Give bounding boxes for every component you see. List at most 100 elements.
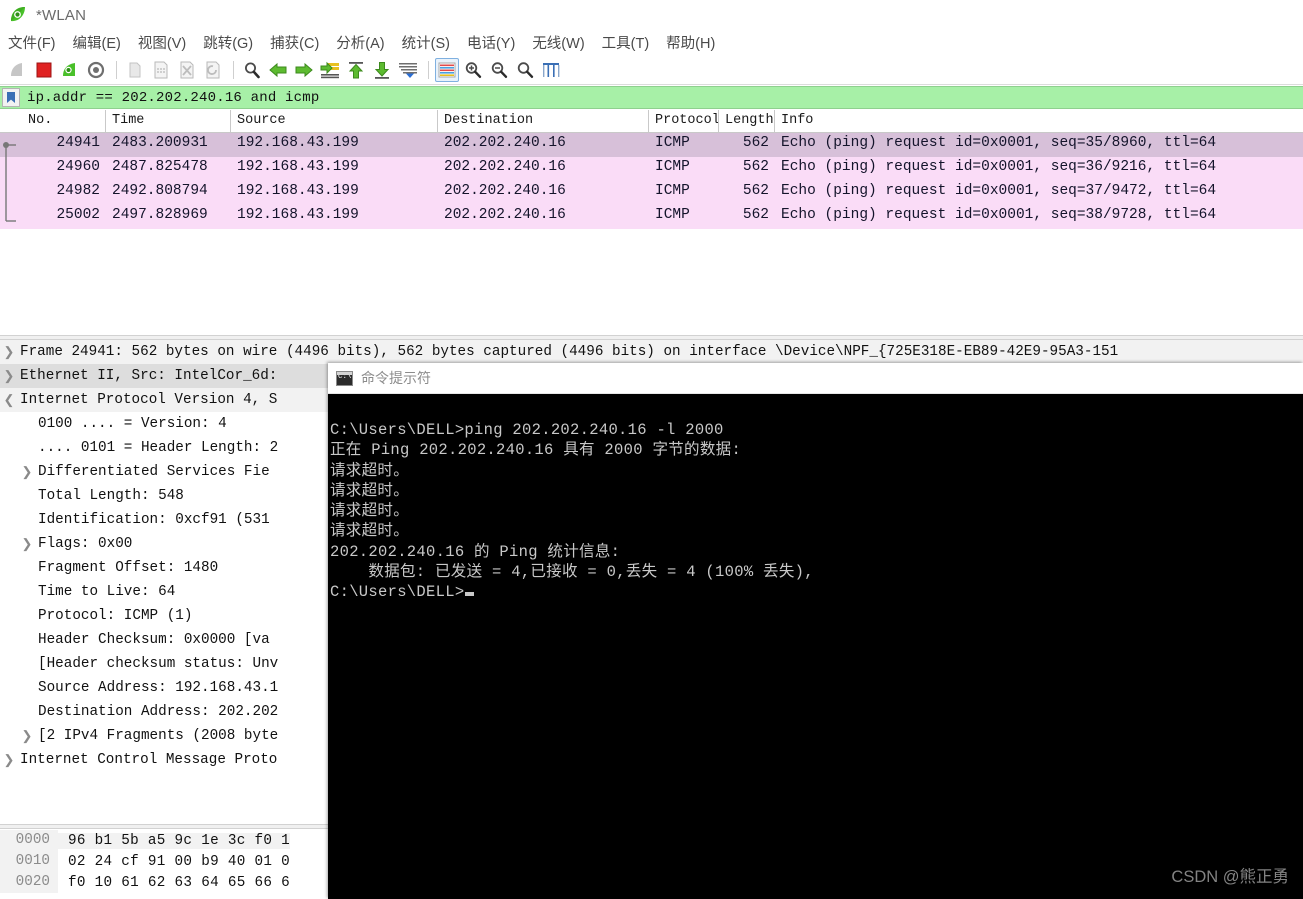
menu-edit[interactable]: 编辑(E): [73, 30, 130, 55]
cell-time: 2492.808794: [112, 183, 208, 199]
menu-analyze[interactable]: 分析(A): [336, 30, 393, 55]
column-header-source[interactable]: Source: [231, 110, 438, 132]
hex-bytes: 02 24 cf 91 00 b9 40 01 0: [68, 853, 290, 870]
cell-length: 562: [742, 183, 769, 199]
chevron-right-icon[interactable]: ❯: [0, 752, 18, 768]
row-gutter: [0, 181, 22, 205]
auto-scroll-icon[interactable]: [396, 58, 420, 82]
go-forward-icon[interactable]: [292, 58, 316, 82]
cell-source: 192.168.43.199: [237, 135, 359, 151]
wireshark-window: *WLAN 文件(F) 编辑(E) 视图(V) 跳转(G) 捕获(C) 分析(A…: [0, 0, 1303, 899]
table-row[interactable]: 24982 2492.808794 192.168.43.199 202.202…: [0, 181, 1303, 205]
go-back-icon[interactable]: [266, 58, 290, 82]
cell-source: 192.168.43.199: [237, 183, 359, 199]
detail-row-label: Internet Protocol Version 4, S: [20, 392, 278, 408]
column-header-protocol[interactable]: Protocol: [649, 110, 719, 132]
menu-telephony[interactable]: 电话(Y): [467, 30, 524, 55]
table-row[interactable]: 24941 2483.200931 192.168.43.199 202.202…: [0, 133, 1303, 157]
colorize-packets-icon[interactable]: [435, 57, 459, 82]
open-file-icon[interactable]: [123, 58, 147, 82]
menu-view[interactable]: 视图(V): [138, 30, 195, 55]
column-header-time[interactable]: Time: [106, 110, 231, 132]
column-header-destination[interactable]: Destination: [438, 110, 649, 132]
cmd-line: C:\Users\DELL>ping 202.202.240.16 -l 200…: [330, 421, 724, 439]
cell-info: Echo (ping) request id=0x0001, seq=37/94…: [781, 183, 1217, 199]
zoom-out-icon[interactable]: [487, 58, 511, 82]
go-to-last-icon[interactable]: [370, 58, 394, 82]
chevron-right-icon[interactable]: ❯: [18, 536, 36, 552]
cell-time: 2497.828969: [112, 207, 208, 223]
detail-row-label: .... 0101 = Header Length: 2: [38, 440, 279, 456]
go-to-first-icon[interactable]: [344, 58, 368, 82]
menu-capture[interactable]: 捕获(C): [270, 30, 328, 55]
cmd-line: 请求超时。: [330, 481, 410, 500]
menu-file[interactable]: 文件(F): [8, 30, 65, 55]
start-capture-icon[interactable]: [6, 58, 30, 82]
cell-info: Echo (ping) request id=0x0001, seq=35/89…: [781, 135, 1217, 151]
menubar[interactable]: 文件(F) 编辑(E) 视图(V) 跳转(G) 捕获(C) 分析(A) 统计(S…: [0, 30, 1303, 55]
bookmark-icon[interactable]: [2, 88, 20, 107]
restart-capture-icon[interactable]: [58, 58, 82, 82]
hex-bytes: f0 10 61 62 63 64 65 66 6: [68, 874, 290, 891]
go-to-packet-icon[interactable]: [318, 58, 342, 82]
cell-source: 192.168.43.199: [237, 159, 359, 175]
column-header-length[interactable]: Length: [719, 110, 775, 132]
chevron-right-icon[interactable]: ❯: [0, 368, 18, 384]
menu-help[interactable]: 帮助(H): [666, 30, 724, 55]
cell-protocol: ICMP: [655, 183, 690, 199]
cmd-line: 请求超时。: [330, 502, 410, 521]
cmd-prompt-text: C:\Users\DELL>: [330, 583, 465, 602]
cell-info: Echo (ping) request id=0x0001, seq=38/97…: [781, 207, 1217, 223]
command-prompt-window[interactable]: 命令提示符 C:\Users\DELL>ping 202.202.240.16 …: [328, 363, 1303, 899]
zoom-reset-icon[interactable]: [513, 58, 537, 82]
table-row[interactable]: 25002 2497.828969 192.168.43.199 202.202…: [0, 205, 1303, 229]
column-header-no[interactable]: No.: [22, 110, 106, 132]
cmd-prompt-line[interactable]: C:\Users\DELL>: [328, 582, 1303, 602]
menu-go[interactable]: 跳转(G): [203, 30, 262, 55]
hex-offset: 0020: [0, 872, 58, 893]
menu-tools[interactable]: 工具(T): [602, 30, 659, 55]
display-filter-bar[interactable]: ip.addr == 202.202.240.16 and icmp: [0, 86, 1303, 109]
packet-list-header[interactable]: No. Time Source Destination Protocol Len…: [0, 110, 1303, 133]
cmd-window-title: 命令提示符: [361, 370, 431, 386]
cmd-console-output[interactable]: C:\Users\DELL>ping 202.202.240.16 -l 200…: [328, 394, 1303, 603]
toolbar-separator: [233, 60, 234, 79]
packet-list-pane[interactable]: No. Time Source Destination Protocol Len…: [0, 110, 1303, 340]
cell-protocol: ICMP: [655, 159, 690, 175]
cell-protocol: ICMP: [655, 207, 690, 223]
cell-length: 562: [742, 135, 769, 151]
zoom-in-icon[interactable]: [461, 58, 485, 82]
find-packet-icon[interactable]: [240, 58, 264, 82]
capture-options-icon[interactable]: [84, 58, 108, 82]
save-file-icon[interactable]: [149, 58, 173, 82]
reload-file-icon[interactable]: [201, 58, 225, 82]
cmd-line: 202.202.240.16 的 Ping 统计信息:: [330, 542, 621, 561]
cell-no: 24982: [56, 183, 100, 199]
cell-source: 192.168.43.199: [237, 207, 359, 223]
cmd-line: 正在 Ping 202.202.240.16 具有 2000 字节的数据:: [330, 441, 742, 460]
cell-destination: 202.202.240.16: [444, 207, 566, 223]
column-header-info[interactable]: Info: [775, 110, 1303, 132]
cmd-console-icon: [336, 370, 356, 386]
toolbar-separator: [428, 60, 429, 79]
display-filter-input[interactable]: ip.addr == 202.202.240.16 and icmp: [23, 90, 319, 106]
stop-capture-icon[interactable]: [32, 58, 56, 82]
cmd-titlebar[interactable]: 命令提示符: [328, 363, 1303, 394]
cell-time: 2483.200931: [112, 135, 208, 151]
menu-statistics[interactable]: 统计(S): [402, 30, 459, 55]
detail-row-label: Time to Live: 64: [38, 584, 176, 600]
menu-wireless[interactable]: 无线(W): [532, 30, 593, 55]
chevron-right-icon[interactable]: ❯: [18, 464, 36, 480]
resize-columns-icon[interactable]: [539, 58, 563, 82]
detail-row-label: Header Checksum: 0x0000 [va: [38, 632, 270, 648]
cmd-line: 数据包: 已发送 = 4,已接收 = 0,丢失 = 4 (100% 丢失),: [330, 563, 814, 582]
detail-row-frame[interactable]: ❯ Frame 24941: 562 bytes on wire (4496 b…: [0, 340, 1303, 364]
detail-row-label: [2 IPv4 Fragments (2008 byte: [38, 728, 279, 744]
column-header-gutter: [0, 110, 22, 132]
cmd-cursor: [465, 592, 475, 597]
table-row[interactable]: 24960 2487.825478 192.168.43.199 202.202…: [0, 157, 1303, 181]
chevron-down-icon[interactable]: ❮: [0, 392, 18, 408]
chevron-right-icon[interactable]: ❯: [0, 344, 18, 360]
chevron-right-icon[interactable]: ❯: [18, 728, 36, 744]
close-file-icon[interactable]: [175, 58, 199, 82]
